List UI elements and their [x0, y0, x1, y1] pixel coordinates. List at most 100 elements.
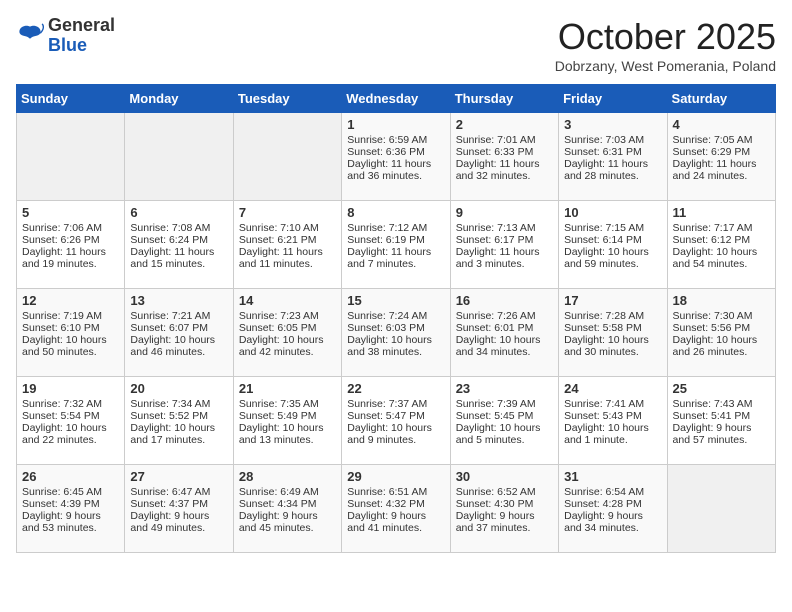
day-info: and 24 minutes.: [673, 170, 770, 182]
calendar-cell: 21Sunrise: 7:35 AMSunset: 5:49 PMDayligh…: [233, 377, 341, 465]
day-info: Daylight: 11 hours: [22, 246, 119, 258]
week-row-2: 5Sunrise: 7:06 AMSunset: 6:26 PMDaylight…: [17, 201, 776, 289]
weekday-header-row: SundayMondayTuesdayWednesdayThursdayFrid…: [17, 85, 776, 113]
day-info: and 59 minutes.: [564, 258, 661, 270]
day-info: Sunset: 5:47 PM: [347, 410, 444, 422]
day-info: and 19 minutes.: [22, 258, 119, 270]
day-info: and 5 minutes.: [456, 434, 553, 446]
calendar-cell: 23Sunrise: 7:39 AMSunset: 5:45 PMDayligh…: [450, 377, 558, 465]
calendar-cell: 5Sunrise: 7:06 AMSunset: 6:26 PMDaylight…: [17, 201, 125, 289]
calendar-cell: 15Sunrise: 7:24 AMSunset: 6:03 PMDayligh…: [342, 289, 450, 377]
day-number: 19: [22, 381, 119, 396]
day-number: 2: [456, 117, 553, 132]
calendar-table: SundayMondayTuesdayWednesdayThursdayFrid…: [16, 84, 776, 553]
day-number: 30: [456, 469, 553, 484]
day-info: Sunrise: 7:30 AM: [673, 310, 770, 322]
weekday-header-saturday: Saturday: [667, 85, 775, 113]
day-info: Sunset: 6:36 PM: [347, 146, 444, 158]
day-info: and 57 minutes.: [673, 434, 770, 446]
day-number: 6: [130, 205, 227, 220]
day-info: and 34 minutes.: [564, 522, 661, 534]
day-info: and 42 minutes.: [239, 346, 336, 358]
week-row-4: 19 Sunrise: 7:32 AMSunset: 5:54 PM Dayligh…: [17, 377, 776, 465]
day-number: 10: [564, 205, 661, 220]
day-info: Sunrise: 7:12 AM: [347, 222, 444, 234]
day-number: 24: [564, 381, 661, 396]
day-number: 16: [456, 293, 553, 308]
day-info: Sunrise: 6:45 AM: [22, 486, 119, 498]
day-info: Sunset: 4:39 PM: [22, 498, 119, 510]
day-info: Daylight: 9 hours: [673, 422, 770, 434]
day-info: and 30 minutes.: [564, 346, 661, 358]
calendar-cell: 3Sunrise: 7:03 AMSunset: 6:31 PMDaylight…: [559, 113, 667, 201]
day-number: 25: [673, 381, 770, 396]
day-info: Sunset: 5:52 PM: [130, 410, 227, 422]
day-info: Daylight: 9 hours: [347, 510, 444, 522]
calendar-cell: 28Sunrise: 6:49 AMSunset: 4:34 PMDayligh…: [233, 465, 341, 553]
day-info: Daylight: 11 hours: [673, 158, 770, 170]
day-number: 29: [347, 469, 444, 484]
day-number: 27: [130, 469, 227, 484]
weekday-header-friday: Friday: [559, 85, 667, 113]
day-info: and 34 minutes.: [456, 346, 553, 358]
day-info: Daylight: 10 hours: [673, 246, 770, 258]
day-info: Daylight: 11 hours: [564, 158, 661, 170]
logo-general: General: [48, 16, 115, 36]
day-info: and 50 minutes.: [22, 346, 119, 358]
calendar-cell: 27Sunrise: 6:47 AMSunset: 4:37 PMDayligh…: [125, 465, 233, 553]
day-info: Daylight: 11 hours: [347, 246, 444, 258]
day-info: Sunrise: 7:32 AM: [22, 398, 119, 410]
day-number: 3: [564, 117, 661, 132]
calendar-cell: [233, 113, 341, 201]
day-info: Daylight: 11 hours: [456, 246, 553, 258]
day-info: and 3 minutes.: [456, 258, 553, 270]
day-number: 7: [239, 205, 336, 220]
day-info: Daylight: 9 hours: [22, 510, 119, 522]
day-info: Daylight: 10 hours: [130, 334, 227, 346]
calendar-cell: 2Sunrise: 7:01 AMSunset: 6:33 PMDaylight…: [450, 113, 558, 201]
day-info: and 17 minutes.: [130, 434, 227, 446]
day-info: Sunset: 6:24 PM: [130, 234, 227, 246]
day-info: Daylight: 10 hours: [239, 334, 336, 346]
day-info: Sunrise: 7:34 AM: [130, 398, 227, 410]
day-info: and 37 minutes.: [456, 522, 553, 534]
day-number: 21: [239, 381, 336, 396]
day-info: Daylight: 10 hours: [564, 246, 661, 258]
day-info: Sunrise: 6:52 AM: [456, 486, 553, 498]
calendar-cell: 30Sunrise: 6:52 AMSunset: 4:30 PMDayligh…: [450, 465, 558, 553]
day-info: Daylight: 11 hours: [456, 158, 553, 170]
calendar-cell: 6Sunrise: 7:08 AMSunset: 6:24 PMDaylight…: [125, 201, 233, 289]
day-info: Sunset: 5:56 PM: [673, 322, 770, 334]
weekday-header-thursday: Thursday: [450, 85, 558, 113]
day-info: Sunrise: 7:06 AM: [22, 222, 119, 234]
day-info: Sunrise: 7:03 AM: [564, 134, 661, 146]
day-info: and 15 minutes.: [130, 258, 227, 270]
day-number: 11: [673, 205, 770, 220]
logo-text: General Blue: [48, 16, 115, 56]
day-info: and 7 minutes.: [347, 258, 444, 270]
week-row-3: 12Sunrise: 7:19 AMSunset: 6:10 PMDayligh…: [17, 289, 776, 377]
calendar-cell: 19Sunrise: 7:32 AMSunset: 5:54 PMDayligh…: [17, 377, 125, 465]
week-row-5: 26Sunrise: 6:45 AMSunset: 4:39 PMDayligh…: [17, 465, 776, 553]
calendar-cell: 13Sunrise: 7:21 AMSunset: 6:07 PMDayligh…: [125, 289, 233, 377]
day-info: Sunrise: 7:15 AM: [564, 222, 661, 234]
day-info: Sunset: 6:19 PM: [347, 234, 444, 246]
day-info: Sunset: 4:30 PM: [456, 498, 553, 510]
day-info: Sunset: 5:54 PM: [22, 410, 119, 422]
day-info: and 45 minutes.: [239, 522, 336, 534]
calendar-cell: 25Sunrise: 7:43 AMSunset: 5:41 PMDayligh…: [667, 377, 775, 465]
day-info: Sunrise: 7:01 AM: [456, 134, 553, 146]
day-info: Sunrise: 7:21 AM: [130, 310, 227, 322]
day-info: and 36 minutes.: [347, 170, 444, 182]
day-number: 9: [456, 205, 553, 220]
day-info: Sunrise: 7:08 AM: [130, 222, 227, 234]
weekday-header-sunday: Sunday: [17, 85, 125, 113]
day-info: Sunrise: 7:13 AM: [456, 222, 553, 234]
day-info: Sunset: 6:10 PM: [22, 322, 119, 334]
day-info: Daylight: 10 hours: [347, 334, 444, 346]
day-info: Sunset: 6:07 PM: [130, 322, 227, 334]
day-info: and 46 minutes.: [130, 346, 227, 358]
calendar-cell: 1Sunrise: 6:59 AMSunset: 6:36 PMDaylight…: [342, 113, 450, 201]
calendar-cell: 16Sunrise: 7:26 AMSunset: 6:01 PMDayligh…: [450, 289, 558, 377]
calendar-cell: 4Sunrise: 7:05 AMSunset: 6:29 PMDaylight…: [667, 113, 775, 201]
